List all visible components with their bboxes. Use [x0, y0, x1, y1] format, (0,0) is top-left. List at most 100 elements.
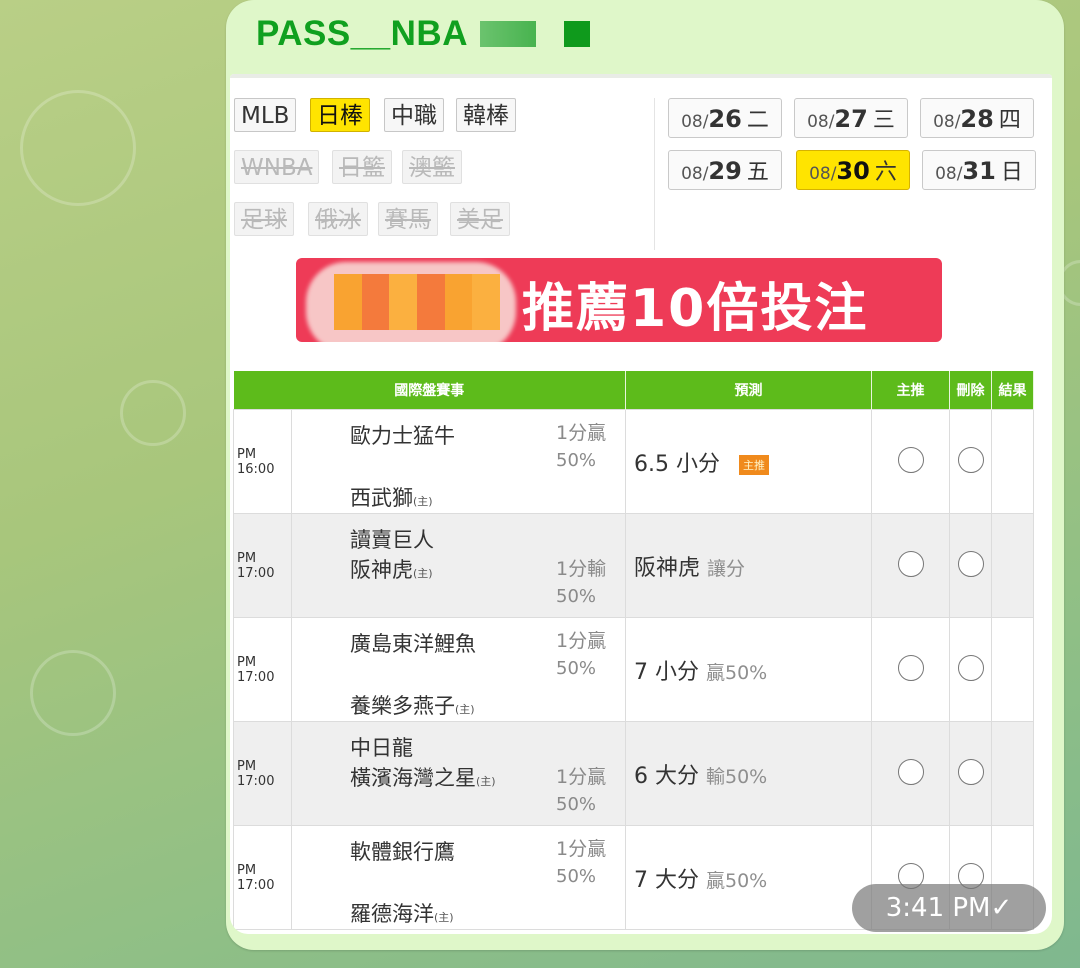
handicap-percent: 50% — [556, 586, 597, 607]
game-time: PM 17:00 — [233, 721, 292, 826]
pick-detail: 輸50% — [706, 765, 768, 788]
league-tag-jp-baseball[interactable]: 日棒 — [310, 98, 370, 132]
background-doodle — [30, 650, 116, 736]
handicap-percent: 50% — [556, 658, 597, 679]
game-time: PM 17:00 — [233, 513, 292, 618]
shared-image[interactable]: MLB 日棒 中職 韓棒 WNBA 日籃 澳籃 足球 俄冰 賽馬 美足 08/2… — [230, 74, 1052, 934]
league-tag-hockey[interactable]: 俄冰 — [308, 202, 368, 236]
league-tag-cpbl[interactable]: 中職 — [384, 98, 444, 132]
home-team: 阪神虎(主) — [350, 554, 433, 584]
header-event: 國際盤賽事 — [233, 371, 626, 410]
delete-radio[interactable] — [957, 654, 984, 681]
redacted-block — [563, 21, 590, 47]
date-weekday: 二 — [746, 108, 769, 133]
game-time: PM 17:00 — [233, 825, 292, 930]
recommend-cell — [871, 617, 950, 722]
away-team: 讀賣巨人 — [350, 528, 434, 552]
league-tag-jp-basketball[interactable]: 日籃 — [332, 150, 392, 184]
pick: 6 大分 — [634, 763, 699, 789]
result-cell — [991, 409, 1034, 514]
date-button[interactable]: 08/26 二 — [668, 98, 782, 138]
background-doodle — [120, 380, 186, 446]
recommend-radio[interactable] — [897, 654, 924, 681]
league-tag-soccer[interactable]: 足球 — [234, 202, 294, 236]
date-month: 08/ — [809, 164, 837, 184]
header-recommend: 主推 — [871, 371, 950, 410]
date-button[interactable]: 08/31 日 — [922, 150, 1036, 190]
date-weekday: 六 — [874, 160, 897, 185]
league-tag-kbo[interactable]: 韓棒 — [456, 98, 516, 132]
date-button[interactable]: 08/29 五 — [668, 150, 782, 190]
table-row: PM 17:00 廣島東洋鯉魚 養樂多燕子(主) 1分贏 50% 7 小分 贏5… — [233, 617, 1034, 722]
delete-radio[interactable] — [957, 550, 984, 577]
handicap-line: 1分贏 — [556, 630, 607, 652]
home-team: 養樂多燕子(主) — [350, 690, 475, 720]
home-team-name: 橫濱海灣之星 — [350, 766, 476, 790]
pick: 6.5 小分 — [634, 451, 720, 477]
recommend-radio[interactable] — [897, 446, 924, 473]
prediction-cell: 阪神虎 讓分 — [625, 513, 872, 618]
date-button-selected[interactable]: 08/30 六 — [796, 150, 910, 190]
home-team-name: 阪神虎 — [350, 558, 413, 582]
pick: 7 大分 — [634, 867, 699, 893]
date-month: 08/ — [681, 164, 709, 184]
prediction-cell: 7 小分 贏50% — [625, 617, 872, 722]
result-cell — [991, 513, 1034, 618]
delete-cell — [949, 617, 992, 722]
prediction-cell: 7 大分 贏50% — [625, 825, 872, 930]
header-prediction: 預測 — [625, 371, 872, 410]
recommend-cell — [871, 513, 950, 618]
header-delete: 刪除 — [949, 371, 992, 410]
league-tag-wnba[interactable]: WNBA — [234, 150, 320, 184]
pick: 7 小分 — [634, 659, 699, 685]
date-day: 27 — [834, 105, 868, 133]
home-team: 羅德海洋(主) — [350, 898, 454, 928]
sender-name[interactable]: PASS__NBA — [256, 14, 590, 54]
date-day: 29 — [708, 157, 742, 185]
table-row: PM 17:00 讀賣巨人 阪神虎(主) 1分輸 50% 阪神虎 讓分 — [233, 513, 1034, 618]
result-cell — [991, 721, 1034, 826]
handicap-percent: 50% — [556, 866, 597, 887]
pixelated-logo — [334, 274, 500, 330]
recommend-badge: 主推 — [738, 454, 769, 475]
league-tag-horse-racing[interactable]: 賽馬 — [378, 202, 438, 236]
date-button[interactable]: 08/28 四 — [920, 98, 1034, 138]
date-month: 08/ — [933, 112, 961, 132]
date-weekday: 四 — [998, 108, 1021, 133]
matchup-cell: 中日龍 橫濱海灣之星(主) 1分贏 50% — [291, 721, 626, 826]
home-team: 西武獅(主) — [350, 482, 433, 512]
date-weekday: 日 — [1000, 160, 1023, 185]
handicap-line: 1分贏 — [556, 766, 607, 788]
prediction-cell: 6.5 小分 主推 — [625, 409, 872, 514]
date-month: 08/ — [807, 112, 835, 132]
pick-detail: 贏50% — [706, 661, 768, 684]
handicap-line: 1分輸 — [556, 558, 607, 580]
away-team: 中日龍 — [350, 736, 413, 760]
league-tag-au-basketball[interactable]: 澳籃 — [402, 150, 462, 184]
league-tag-football[interactable]: 美足 — [450, 202, 510, 236]
table-row: PM 17:00 中日龍 橫濱海灣之星(主) 1分贏 50% 6 大分 輸50% — [233, 721, 1034, 826]
recommend-radio[interactable] — [897, 550, 924, 577]
handicap-line: 1分贏 — [556, 838, 607, 860]
recommend-radio[interactable] — [897, 758, 924, 785]
delete-radio[interactable] — [957, 758, 984, 785]
handicap-percent: 50% — [556, 450, 597, 471]
date-button[interactable]: 08/27 三 — [794, 98, 908, 138]
message-timestamp: 3:41 PM✓ — [852, 884, 1046, 932]
date-month: 08/ — [681, 112, 709, 132]
away-team: 歐力士猛牛 — [350, 424, 455, 448]
delete-radio[interactable] — [957, 446, 984, 473]
game-time: PM 16:00 — [233, 409, 292, 514]
handicap-line: 1分贏 — [556, 422, 607, 444]
header-result: 結果 — [991, 371, 1034, 410]
away-team: 軟體銀行鷹 — [350, 840, 455, 864]
league-tag-mlb[interactable]: MLB — [234, 98, 297, 132]
date-weekday: 三 — [872, 108, 895, 133]
matchup-cell: 軟體銀行鷹 羅德海洋(主) 1分贏 50% — [291, 825, 626, 930]
date-day: 31 — [962, 157, 996, 185]
host-mark: (主) — [413, 567, 433, 580]
recommend-cell — [871, 409, 950, 514]
sent-check-icon: ✓ — [990, 893, 1013, 923]
divider — [654, 98, 655, 250]
home-team-name: 養樂多燕子 — [350, 694, 455, 718]
